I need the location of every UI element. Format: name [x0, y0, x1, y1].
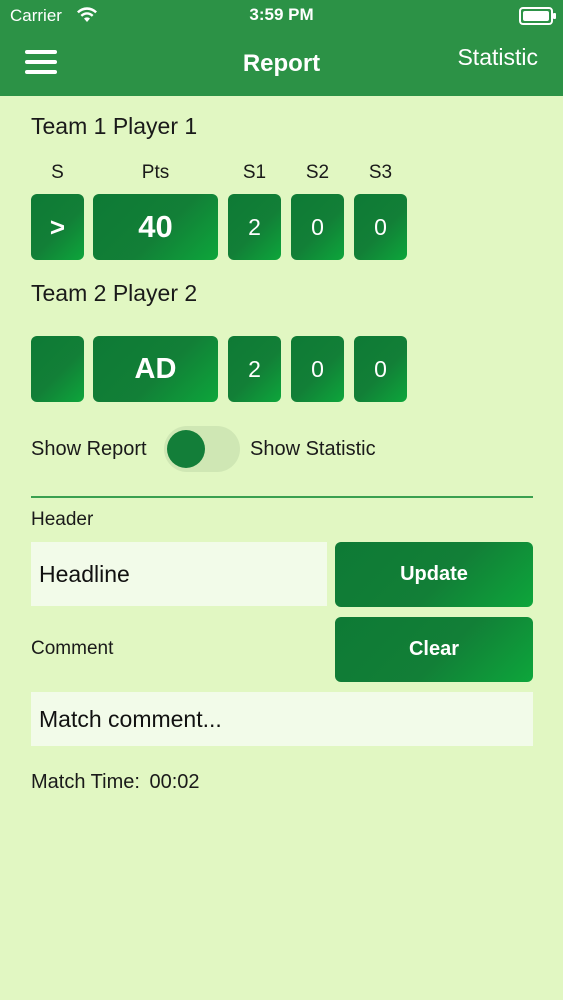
- statistic-button[interactable]: Statistic: [457, 44, 538, 71]
- team2-set1-button[interactable]: 2: [228, 336, 281, 402]
- team1-set2-button[interactable]: 0: [291, 194, 344, 260]
- team2-serve-button[interactable]: [31, 336, 84, 402]
- update-button[interactable]: Update: [335, 542, 533, 607]
- show-report-label: Show Report: [31, 438, 147, 460]
- report-statistic-toggle[interactable]: [164, 426, 240, 472]
- match-time: Match Time: 00:02: [31, 771, 200, 794]
- team1-set3-button[interactable]: 0: [354, 194, 407, 260]
- comment-label: Comment: [31, 638, 114, 659]
- team2-set2-button[interactable]: 0: [291, 336, 344, 402]
- match-time-value: 00:02: [149, 771, 200, 793]
- column-header-set2: S2: [305, 162, 330, 183]
- clear-button[interactable]: Clear: [335, 617, 533, 682]
- column-header-points: Pts: [141, 162, 170, 183]
- team2-points-button[interactable]: AD: [93, 336, 218, 402]
- team1-points-button[interactable]: 40: [93, 194, 218, 260]
- header-label: Header: [31, 509, 94, 530]
- match-time-label: Match Time:: [31, 771, 140, 793]
- team1-set1-button[interactable]: 2: [228, 194, 281, 260]
- column-header-set1: S1: [242, 162, 267, 183]
- toggle-knob: [167, 430, 205, 468]
- header-input[interactable]: Headline: [31, 542, 327, 606]
- column-header-serve: S: [51, 162, 64, 183]
- divider: [31, 496, 533, 498]
- team2-set3-button[interactable]: 0: [354, 336, 407, 402]
- show-statistic-label: Show Statistic: [250, 438, 376, 460]
- clock-label: 3:59 PM: [249, 5, 314, 24]
- status-bar: Carrier 3:59 PM: [0, 0, 563, 32]
- team1-serve-button[interactable]: >: [31, 194, 84, 260]
- column-header-set3: S3: [368, 162, 393, 183]
- navigation-bar: Carrier 3:59 PM Report Statistic: [0, 0, 563, 96]
- comment-input[interactable]: Match comment...: [31, 692, 533, 746]
- team2-player-label: Team 2 Player 2: [31, 280, 198, 306]
- battery-icon: [519, 7, 556, 25]
- team1-player-label: Team 1 Player 1: [31, 113, 198, 139]
